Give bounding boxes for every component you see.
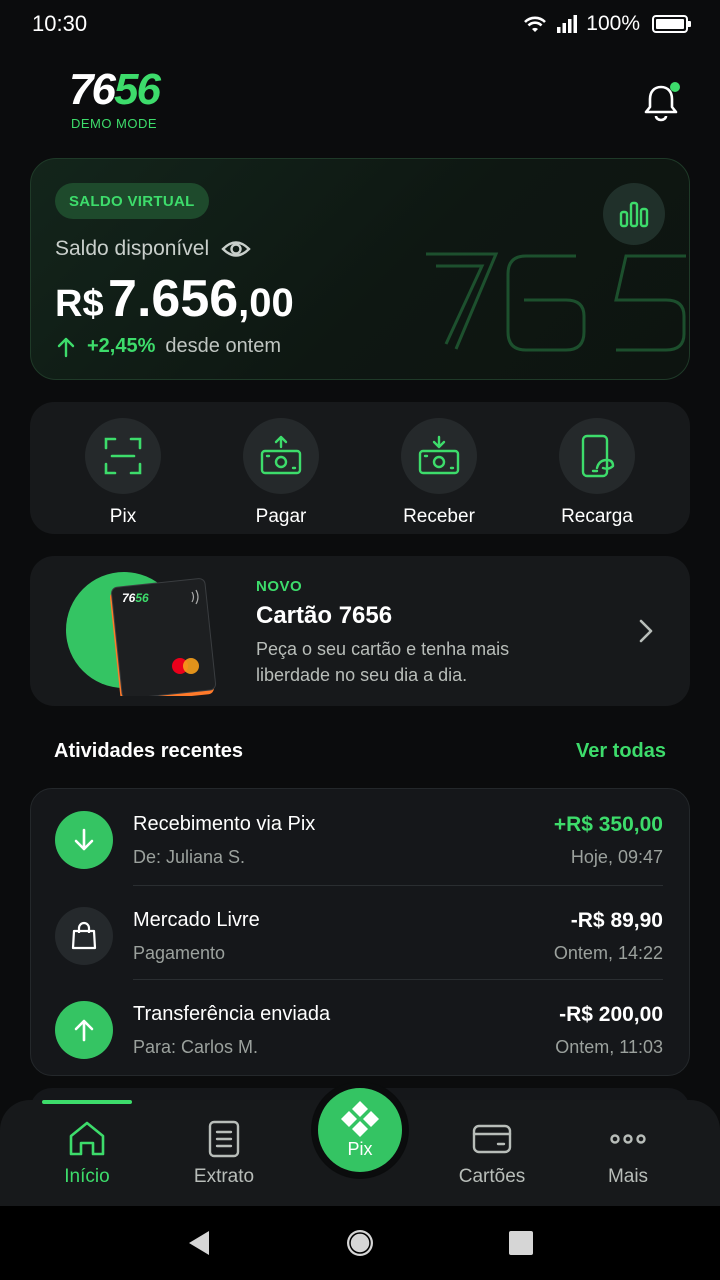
promo-tag: NOVO: [256, 578, 303, 595]
balance-decimal: ,00: [238, 281, 294, 325]
action-pay-label: Pagar: [255, 506, 307, 527]
pix-fab-label: Pix: [347, 1138, 373, 1159]
credit-card-icon: [472, 1124, 512, 1154]
balance-currency: R$: [55, 283, 104, 325]
action-recharge-icon-wrap: [559, 418, 635, 494]
balance-integer: 7.656: [108, 270, 239, 328]
battery-icon: [652, 15, 691, 33]
status-indicators: 100%: [522, 12, 691, 36]
action-pay[interactable]: Pagar: [216, 402, 346, 534]
statement-icon: [208, 1120, 240, 1158]
nav-cards[interactable]: Cartões: [432, 1120, 552, 1188]
app-logo: 7656 DEMO MODE: [52, 66, 176, 132]
nav-statement-label: Extrato: [193, 1166, 255, 1187]
activity-amount: +R$ 350,00: [553, 813, 663, 836]
home-circle-icon[interactable]: [344, 1227, 376, 1259]
pix-scan-icon: [104, 437, 142, 475]
action-pix[interactable]: Pix: [58, 402, 188, 534]
action-receive-icon-wrap: [401, 418, 477, 494]
available-balance-text: Saldo disponível: [55, 237, 210, 260]
demo-mode-label: DEMO MODE: [70, 116, 158, 131]
arrow-up-icon: [74, 1019, 94, 1042]
available-balance-label: Saldo disponível: [55, 237, 251, 261]
status-bar: 10:30 100%: [0, 0, 720, 48]
nav-more[interactable]: Mais: [568, 1120, 688, 1188]
wifi-icon: [524, 16, 547, 32]
activity-name: Mercado Livre: [133, 909, 260, 931]
bar-chart-icon: [619, 201, 649, 228]
balance-chart-button[interactable]: [603, 183, 665, 245]
system-navigation-bar: [0, 1206, 720, 1280]
back-icon[interactable]: [185, 1228, 213, 1258]
arrow-up-icon: [57, 337, 75, 357]
activity-amount: -R$ 200,00: [559, 1003, 663, 1026]
action-pix-label: Pix: [109, 506, 137, 527]
activity-sub: Para: Carlos M.: [133, 1037, 259, 1057]
balance-change-since: desde ontem: [165, 335, 282, 357]
action-recharge-label: Recarga: [561, 506, 633, 527]
notification-dot: [670, 82, 680, 92]
action-pix-icon-wrap: [85, 418, 161, 494]
status-time: 10:30: [32, 11, 88, 36]
virtual-balance-badge: SALDO VIRTUAL: [55, 183, 209, 219]
nav-active-indicator: [42, 1100, 132, 1104]
nav-cards-label: Cartões: [458, 1166, 526, 1187]
quick-actions: Pix Pagar Receber Recarga: [30, 402, 690, 534]
credit-card-illustration: 7656: [66, 572, 217, 696]
balance-card: SALDO VIRTUAL Saldo disponível R$ 7.656,…: [30, 158, 690, 380]
activity-sub: De: Juliana S.: [133, 847, 246, 867]
pay-money-icon: [260, 435, 302, 475]
activity-amount: -R$ 89,90: [570, 909, 663, 932]
nav-home-label: Início: [64, 1166, 110, 1187]
see-all-link[interactable]: Ver todas: [576, 740, 666, 763]
arrow-down-icon: [74, 828, 94, 851]
balance-change-percent: +2,45%: [87, 335, 156, 357]
nav-home[interactable]: Início: [27, 1120, 147, 1188]
activity-list: Recebimento via Pix De: Juliana S. +R$ 3…: [30, 788, 690, 1076]
app-screen: 10:30 100% 7656 DEMO MODE SALDO VIRTUAL …: [0, 0, 720, 1280]
chevron-right-icon: [639, 619, 653, 643]
activity-time: Hoje, 09:47: [570, 847, 663, 867]
recent-activities-title: Atividades recentes: [54, 740, 243, 762]
pix-fab-button[interactable]: Pix: [312, 1082, 408, 1178]
action-receive[interactable]: Receber: [374, 402, 504, 534]
pix-logo-icon: [341, 1100, 379, 1137]
activity-name: Transferência enviada: [133, 1003, 331, 1025]
action-recharge[interactable]: Recarga: [532, 402, 662, 534]
card-promo-banner[interactable]: 7656 NOVO Cartão 7656 Peça o seu cartão …: [30, 556, 690, 706]
nav-more-label: Mais: [607, 1166, 649, 1187]
promo-title: Cartão 7656: [256, 602, 393, 629]
eye-icon[interactable]: [221, 238, 251, 260]
card-logo-text: 7656: [122, 591, 149, 605]
shopping-bag-icon: [71, 921, 97, 950]
more-dots-icon: [610, 1134, 646, 1144]
phone-recharge-icon: [581, 434, 615, 478]
balance-amount: R$ 7.656,00: [55, 267, 294, 344]
home-icon: [69, 1121, 105, 1156]
recents-square-icon[interactable]: [507, 1229, 535, 1257]
list-item[interactable]: Transferência enviada Para: Carlos M. -R…: [31, 979, 691, 1073]
logo-green-part: 56: [114, 65, 161, 114]
activity-name: Recebimento via Pix: [133, 813, 316, 835]
action-pay-icon-wrap: [243, 418, 319, 494]
list-item[interactable]: Recebimento via Pix De: Juliana S. +R$ 3…: [31, 789, 691, 883]
action-receive-label: Receber: [403, 506, 475, 527]
activity-icon-wrap: [55, 811, 113, 869]
activity-icon-wrap: [55, 907, 113, 965]
list-item[interactable]: Mercado Livre Pagamento -R$ 89,90 Ontem,…: [31, 885, 691, 979]
battery-percent: 100%: [586, 12, 640, 35]
activity-icon-wrap: [55, 1001, 113, 1059]
promo-description: Peça o seu cartão e tenha mais liberdade…: [256, 639, 510, 685]
nav-statement[interactable]: Extrato: [164, 1120, 284, 1188]
logo-white-part: 76: [69, 65, 116, 114]
activity-time: Ontem, 14:22: [553, 943, 663, 963]
activity-sub: Pagamento: [133, 943, 226, 963]
notifications-button[interactable]: [640, 82, 682, 124]
logo-wordmark: 7656: [52, 66, 176, 114]
receive-money-icon: [418, 435, 460, 475]
signal-icon: [557, 15, 578, 33]
brand-watermark: [426, 252, 686, 352]
activity-time: Ontem, 11:03: [555, 1037, 663, 1057]
balance-change: +2,45% desde ontem: [55, 335, 281, 358]
